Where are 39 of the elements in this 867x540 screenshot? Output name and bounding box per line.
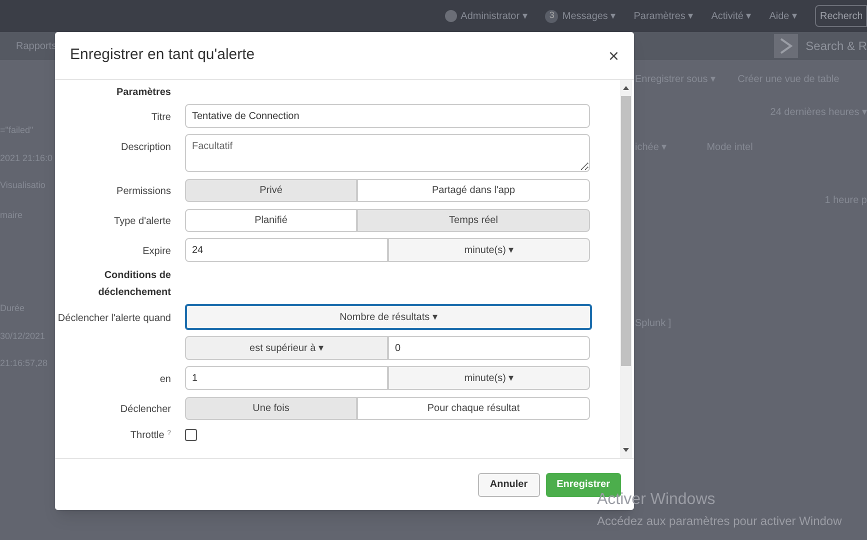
scroll-down-icon[interactable]	[622, 446, 630, 454]
close-button[interactable]: ×	[608, 46, 619, 64]
field-label: en	[160, 374, 171, 385]
unit-dropdown[interactable]: minute(s) ▾	[388, 366, 590, 390]
scrollbar[interactable]	[620, 80, 632, 458]
cancel-button[interactable]: Annuler	[478, 472, 540, 496]
trigger-dropdown[interactable]: Nombre de résultats ▾	[185, 304, 592, 330]
segment-option[interactable]: Pour chaque résultat	[357, 396, 590, 420]
chevron-logo-icon	[774, 34, 798, 58]
number-field[interactable]: 1	[185, 366, 388, 390]
field-label: Throttle $^{?}$	[130, 430, 171, 441]
segment-option[interactable]: Partagé dans l'app	[357, 178, 590, 202]
activation-text: Accédez aux paramètres pour activer Window	[597, 513, 842, 530]
field-label: Déclencher	[120, 404, 171, 415]
scroll-up-icon[interactable]	[622, 84, 630, 92]
user-icon	[444, 10, 457, 22]
message-count-badge: 3	[545, 10, 558, 22]
section-heading: Conditions de déclenchement	[98, 270, 171, 298]
field-label: Expire	[142, 246, 171, 257]
unit-dropdown[interactable]: minute(s) ▾	[388, 238, 590, 262]
field-label: Titre	[151, 112, 171, 123]
field-label: Type d'alerte	[114, 216, 171, 227]
field-label: Déclencher l'alerte quand	[58, 313, 171, 324]
segment-option[interactable]: Planifié	[185, 208, 357, 232]
search-field[interactable]: Recherch	[815, 5, 867, 27]
section-heading: Paramètres	[116, 87, 171, 98]
segment-option[interactable]: Temps réel	[357, 208, 590, 232]
number-field[interactable]: 24	[185, 238, 388, 262]
operator-dropdown[interactable]: est supérieur à ▾	[185, 336, 388, 360]
title-field[interactable]: Tentative de Connection	[185, 104, 590, 128]
segment-option[interactable]: Privé	[185, 178, 357, 202]
field-label: Description	[120, 142, 171, 153]
throttle-checkbox[interactable]	[185, 429, 197, 441]
segment-option[interactable]: Une fois	[185, 396, 357, 420]
description-field[interactable]: Facultatif	[185, 134, 590, 172]
app-title: Search & R	[806, 38, 867, 55]
field-label: Permissions	[116, 186, 171, 197]
threshold-field[interactable]: 0	[388, 336, 590, 360]
dialog-title: Enregistrer en tant qu'alerte	[70, 45, 255, 66]
